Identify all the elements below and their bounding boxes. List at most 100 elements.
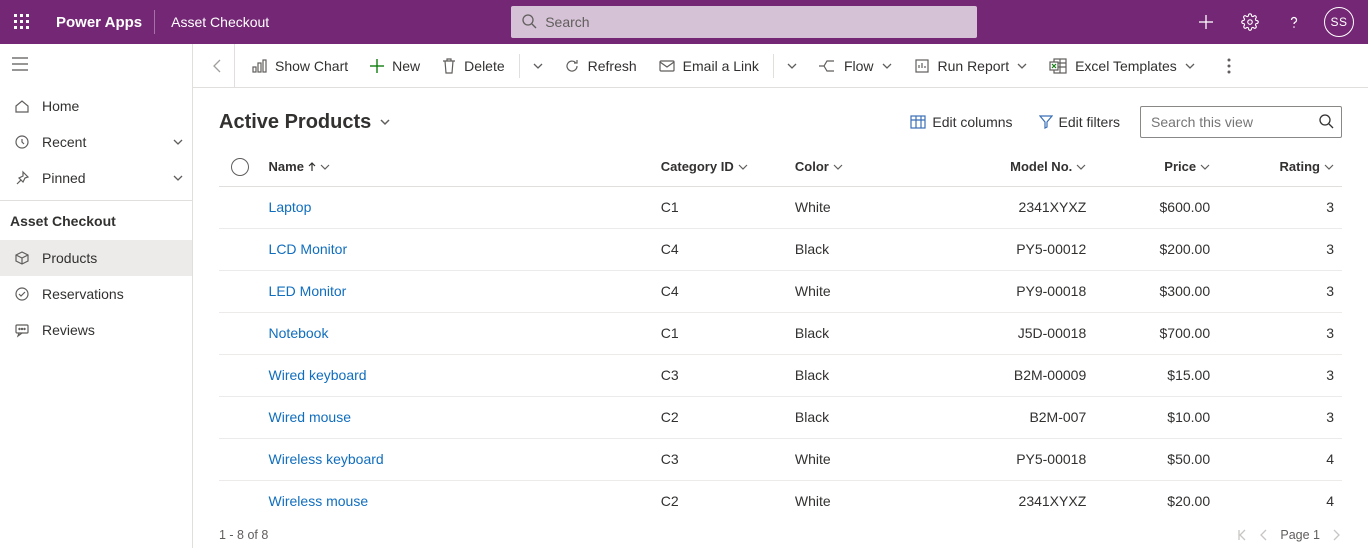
cell-color: White — [795, 186, 919, 228]
record-link[interactable]: Laptop — [269, 199, 312, 215]
table-row[interactable]: LED MonitorC4WhitePY9-00018$300.003 — [219, 270, 1342, 312]
record-link[interactable]: Wireless mouse — [269, 493, 369, 509]
cell-price: $600.00 — [1094, 186, 1218, 228]
view-selector[interactable]: Active Products — [219, 111, 391, 134]
home-icon — [14, 98, 32, 114]
table-row[interactable]: Wired mouseC2BlackB2M-007$10.003 — [219, 396, 1342, 438]
cell-price: $700.00 — [1094, 312, 1218, 354]
table-row[interactable]: Wired keyboardC3BlackB2M-00009$15.003 — [219, 354, 1342, 396]
add-button[interactable] — [1186, 0, 1226, 44]
table-row[interactable]: Wireless keyboardC3WhitePY5-00018$50.004 — [219, 438, 1342, 480]
help-button[interactable] — [1274, 0, 1314, 44]
table-row[interactable]: LCD MonitorC4BlackPY5-00012$200.003 — [219, 228, 1342, 270]
cell-category: C2 — [661, 480, 795, 520]
pager: Page 1 — [1236, 528, 1342, 542]
prev-page-button[interactable] — [1258, 529, 1270, 541]
chevron-down-icon — [379, 116, 391, 128]
mail-icon — [659, 59, 675, 73]
cmd-flow[interactable]: Flow — [808, 44, 902, 88]
cell-category: C3 — [661, 354, 795, 396]
col-header-price[interactable]: Price — [1094, 148, 1218, 186]
col-header-model[interactable]: Model No. — [919, 148, 1094, 186]
table-row[interactable]: Wireless mouseC2White2341XYXZ$20.004 — [219, 480, 1342, 520]
col-label: Price — [1164, 159, 1196, 174]
global-search-input[interactable] — [511, 6, 977, 38]
clock-icon — [14, 134, 32, 150]
sort-asc-icon — [308, 162, 316, 172]
user-avatar[interactable]: SS — [1324, 7, 1354, 37]
product-brand: Power Apps — [56, 10, 155, 34]
nav-home[interactable]: Home — [0, 88, 192, 124]
back-button[interactable] — [201, 44, 235, 88]
view-search-input[interactable] — [1140, 106, 1342, 138]
record-link[interactable]: Wired keyboard — [269, 367, 367, 383]
chevron-down-icon — [320, 162, 330, 172]
cmd-label: Email a Link — [683, 58, 759, 74]
record-link[interactable]: LED Monitor — [269, 283, 347, 299]
nav-pinned[interactable]: Pinned — [0, 160, 192, 196]
global-search — [511, 6, 977, 38]
nav-recent-label: Recent — [42, 134, 86, 150]
cell-model: J5D-00018 — [919, 312, 1094, 354]
col-header-name[interactable]: Name — [269, 148, 661, 186]
cell-category: C1 — [661, 312, 795, 354]
view-search — [1140, 106, 1342, 138]
edit-columns-button[interactable]: Edit columns — [904, 110, 1018, 134]
cmd-delete[interactable]: Delete — [432, 44, 514, 88]
collapse-nav-button[interactable] — [0, 44, 192, 84]
cell-model: 2341XYXZ — [919, 186, 1094, 228]
nav-item-reservations[interactable]: Reservations — [0, 276, 192, 312]
cmd-delete-split[interactable] — [524, 44, 552, 88]
col-label: Color — [795, 159, 829, 174]
record-link[interactable]: LCD Monitor — [269, 241, 348, 257]
cmd-new[interactable]: New — [360, 44, 430, 88]
col-header-color[interactable]: Color — [795, 148, 919, 186]
hamburger-icon — [12, 57, 28, 71]
cmd-show-chart[interactable]: Show Chart — [241, 44, 358, 88]
cell-category: C2 — [661, 396, 795, 438]
record-link[interactable]: Wired mouse — [269, 409, 351, 425]
data-grid: Name Category ID — [193, 148, 1368, 520]
nav-item-products[interactable]: Products — [0, 240, 192, 276]
chevron-down-icon — [172, 136, 184, 148]
cmd-excel-templates[interactable]: Excel Templates — [1039, 44, 1205, 88]
plus-icon — [1198, 14, 1214, 30]
first-page-button[interactable] — [1236, 529, 1248, 541]
nav-recent[interactable]: Recent — [0, 124, 192, 160]
header-right: SS — [1186, 0, 1360, 44]
select-all-checkbox[interactable] — [231, 158, 249, 176]
cmd-label: Flow — [844, 58, 874, 74]
nav-item-reviews[interactable]: Reviews — [0, 312, 192, 348]
cmd-label: Refresh — [588, 58, 637, 74]
view-header: Active Products Edit columns Edit filter… — [193, 88, 1368, 148]
cmd-email-link[interactable]: Email a Link — [649, 44, 769, 88]
chevron-down-icon — [172, 172, 184, 184]
settings-button[interactable] — [1230, 0, 1270, 44]
col-header-category[interactable]: Category ID — [661, 148, 795, 186]
table-row[interactable]: LaptopC1White2341XYXZ$600.003 — [219, 186, 1342, 228]
cmd-overflow[interactable] — [1215, 44, 1243, 88]
plus-icon — [370, 59, 384, 73]
chevron-down-icon — [1017, 61, 1027, 71]
cmd-refresh[interactable]: Refresh — [554, 44, 647, 88]
cell-color: Black — [795, 312, 919, 354]
cell-price: $50.00 — [1094, 438, 1218, 480]
cell-price: $10.00 — [1094, 396, 1218, 438]
view-title: Active Products — [219, 111, 371, 134]
cell-category: C3 — [661, 438, 795, 480]
next-page-button[interactable] — [1330, 529, 1342, 541]
cmd-label: Run Report — [938, 58, 1010, 74]
table-row[interactable]: NotebookC1BlackJ5D-00018$700.003 — [219, 312, 1342, 354]
nav-home-label: Home — [42, 98, 79, 114]
app-launcher-button[interactable] — [0, 0, 44, 44]
cmd-email-link-split[interactable] — [778, 44, 806, 88]
edit-filters-button[interactable]: Edit filters — [1033, 110, 1126, 134]
cell-model: PY5-00018 — [919, 438, 1094, 480]
sitemap: Home Recent Pinned — [0, 44, 193, 548]
record-link[interactable]: Wireless keyboard — [269, 451, 384, 467]
record-link[interactable]: Notebook — [269, 325, 329, 341]
chevron-down-icon — [533, 61, 543, 71]
col-header-rating[interactable]: Rating — [1218, 148, 1342, 186]
nav-pinned-label: Pinned — [42, 170, 86, 186]
cmd-run-report[interactable]: Run Report — [904, 44, 1038, 88]
